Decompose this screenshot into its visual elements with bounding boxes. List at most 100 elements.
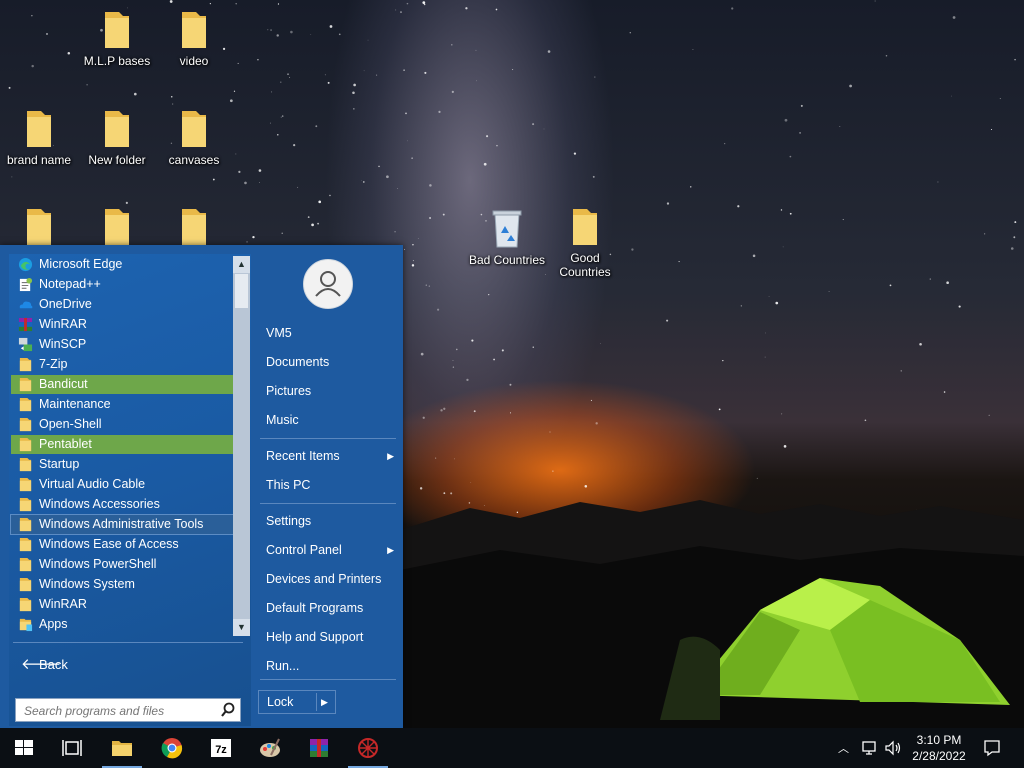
winscp-icon — [18, 337, 33, 352]
folder-icon — [19, 477, 32, 492]
program-item[interactable]: 7-Zip — [11, 355, 233, 374]
star — [404, 248, 406, 250]
desktop-icon-label: canvases — [168, 153, 220, 167]
program-item[interactable]: Windows PowerShell — [11, 555, 233, 574]
scroll-thumb[interactable] — [235, 274, 248, 308]
search-icon[interactable] — [220, 702, 236, 718]
desktop-icon-label: Good Countries — [559, 251, 611, 279]
place-item[interactable]: Control Panel ▶ — [266, 539, 396, 561]
scroll-up-button[interactable]: ▲ — [233, 256, 250, 273]
search-box[interactable] — [15, 698, 241, 722]
show-hidden-icons-chevron-icon[interactable]: ︿ — [838, 740, 849, 756]
star — [422, 1, 426, 5]
network-icon[interactable] — [862, 740, 880, 756]
desktop-icon-brand-name[interactable]: brand name — [0, 109, 78, 167]
notifications-icon[interactable] — [983, 739, 1001, 757]
star — [451, 44, 453, 46]
program-item[interactable]: Pentablet — [11, 435, 233, 454]
program-item[interactable]: Maintenance — [11, 395, 233, 414]
star — [277, 133, 279, 136]
star — [11, 176, 13, 178]
place-item[interactable]: Devices and Printers — [266, 568, 396, 590]
place-item[interactable]: Pictures — [266, 380, 396, 402]
program-item[interactable]: WinRAR — [11, 315, 233, 334]
folder-icon — [105, 111, 129, 147]
star — [752, 254, 756, 258]
star — [400, 11, 402, 14]
star — [329, 25, 333, 28]
desktop-icon-canvases[interactable]: canvases — [155, 109, 233, 167]
scroll-down-button[interactable]: ▼ — [233, 619, 250, 636]
star — [403, 69, 405, 71]
paint-button[interactable] — [246, 728, 294, 768]
back-button[interactable]: 🡐 Back — [13, 652, 233, 678]
user-avatar[interactable] — [303, 259, 353, 309]
program-item[interactable]: Microsoft Edge — [11, 255, 233, 274]
volume-icon[interactable] — [884, 740, 902, 756]
desktop-icon-good-countries[interactable]: Good Countries — [546, 207, 624, 279]
program-item[interactable]: Windows Accessories — [11, 495, 233, 514]
program-item[interactable]: Apps — [11, 615, 233, 634]
desktop-icon-video[interactable]: video — [155, 10, 233, 68]
star — [737, 205, 740, 208]
7zip-button[interactable]: 7z — [197, 728, 245, 768]
desktop-icon-label: video — [179, 54, 209, 68]
app-button[interactable] — [344, 728, 392, 768]
start-button[interactable] — [0, 728, 48, 768]
place-item[interactable]: Default Programs — [266, 597, 396, 619]
program-item[interactable]: Windows Ease of Access — [11, 535, 233, 554]
program-item[interactable]: WinRAR — [11, 595, 233, 614]
lock-options-arrow-icon[interactable]: ▶ — [321, 691, 328, 713]
place-item-label: Devices and Printers — [266, 572, 382, 586]
desktop-icon-bad-countries[interactable]: Bad Countries — [468, 207, 546, 267]
clock[interactable]: 3:10 PM 2/28/2022 — [904, 732, 974, 764]
start-icon — [15, 740, 33, 755]
program-item[interactable]: Notepad++ — [11, 275, 233, 294]
lock-button[interactable]: Lock ▶ — [258, 690, 336, 714]
star — [310, 34, 312, 35]
star — [885, 54, 888, 57]
place-item[interactable]: Music — [266, 409, 396, 431]
star — [271, 91, 273, 93]
place-item[interactable]: This PC — [266, 474, 396, 496]
program-item[interactable]: Virtual Audio Cable — [11, 475, 233, 494]
notepadpp-icon — [18, 277, 33, 292]
star — [422, 416, 425, 419]
star — [452, 359, 454, 361]
star — [311, 223, 314, 227]
folder-icon — [105, 209, 129, 245]
file-explorer-button[interactable] — [98, 728, 146, 768]
task-view-button[interactable] — [48, 728, 96, 768]
place-item[interactable]: Documents — [266, 351, 396, 373]
program-item[interactable]: Windows Administrative Tools — [10, 514, 234, 535]
star — [257, 59, 259, 61]
program-item[interactable]: OneDrive — [11, 295, 233, 314]
place-item[interactable]: Recent Items ▶ — [266, 445, 396, 467]
star — [406, 2, 409, 5]
scrollbar[interactable]: ▲ ▼ — [233, 256, 250, 636]
place-item[interactable]: Run... — [266, 655, 396, 677]
program-item[interactable]: Windows System — [11, 575, 233, 594]
star — [724, 143, 726, 145]
recycle-bin-icon — [492, 210, 522, 248]
place-item[interactable]: Help and Support — [266, 626, 396, 648]
star — [512, 68, 514, 71]
program-item[interactable]: Bandicut — [11, 375, 233, 394]
program-item[interactable]: Open-Shell — [11, 415, 233, 434]
winrar-button[interactable] — [295, 728, 343, 768]
desktop-icon-new-folder[interactable]: New folder — [78, 109, 156, 167]
star — [471, 339, 474, 342]
star — [1014, 221, 1017, 224]
chrome-button[interactable] — [148, 728, 196, 768]
search-input[interactable] — [22, 702, 216, 720]
place-item[interactable]: VM5 — [266, 322, 396, 344]
star — [212, 178, 215, 181]
program-item-label: Open-Shell — [39, 417, 102, 431]
star — [378, 165, 380, 168]
program-item[interactable]: WinSCP — [11, 335, 233, 354]
desktop-icon-mlp-bases[interactable]: M.L.P bases — [78, 10, 156, 68]
program-item[interactable]: Startup — [11, 455, 233, 474]
star — [731, 7, 734, 10]
place-item[interactable]: Settings — [266, 510, 396, 532]
folder-icon — [19, 497, 32, 512]
